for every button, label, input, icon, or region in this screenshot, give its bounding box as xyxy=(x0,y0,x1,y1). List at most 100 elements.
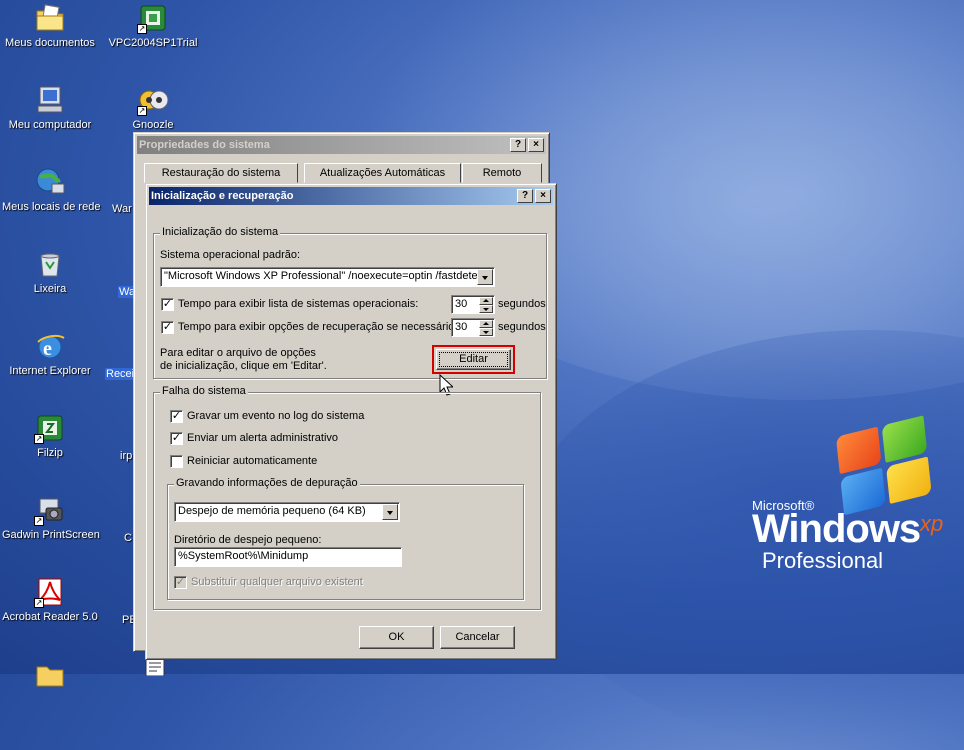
partial-icon-label: C xyxy=(124,532,132,544)
desktop-icon-acrobat-reader[interactable]: ↗ Acrobat Reader 5.0 xyxy=(0,576,100,623)
windows-text: Windows xyxy=(752,507,921,551)
default-os-value: "Microsoft Windows XP Professional" /noe… xyxy=(164,270,487,282)
partial-icon-label: War xyxy=(112,203,132,215)
show-recovery-value: 30 xyxy=(455,321,468,333)
shortcut-arrow-icon: ↗ xyxy=(34,598,44,608)
seconds-label: segundos xyxy=(498,321,546,333)
default-os-label: Sistema operacional padrão: xyxy=(160,249,301,261)
camera-icon: ↗ xyxy=(34,494,66,526)
dump-dir-value: %SystemRoot%\Minidump xyxy=(178,550,309,562)
edit-hint-line1: Para editar o arquivo de opções xyxy=(160,347,316,359)
show-list-spinner[interactable]: 30 xyxy=(451,295,495,314)
partial-icon-label: irp xyxy=(120,450,133,462)
gnoozle-icon: ↗ xyxy=(137,84,169,116)
acrobat-icon: ↗ xyxy=(34,576,66,608)
auto-restart-checkbox[interactable] xyxy=(170,455,183,468)
computer-icon xyxy=(34,84,66,116)
internet-explorer-icon: e xyxy=(34,330,66,362)
system-failure-group: Falha do sistema ✓ Gravar um evento no l… xyxy=(153,385,541,610)
spin-down-icon[interactable] xyxy=(479,305,493,313)
windows-xp-logo: Microsoft® Windows xp Professional xyxy=(752,415,962,575)
show-list-checkbox[interactable]: ✓ xyxy=(161,298,174,311)
folder-icon xyxy=(34,658,66,690)
edit-button[interactable]: Editar xyxy=(436,349,511,370)
shortcut-arrow-icon: ↗ xyxy=(137,24,147,34)
shortcut-arrow-icon: ↗ xyxy=(34,434,44,444)
desktop-icon-my-computer[interactable]: Meu computador xyxy=(0,84,100,131)
send-alert-checkbox[interactable]: ✓ xyxy=(170,432,183,445)
tab-automatic-updates[interactable]: Atualizações Automáticas xyxy=(304,163,461,183)
show-list-value: 30 xyxy=(455,298,468,310)
setup-package-icon: ↗ xyxy=(137,2,169,34)
desktop-icon-gadwin-printscreen[interactable]: ↗ Gadwin PrintScreen xyxy=(0,494,100,541)
edition-text: Professional xyxy=(762,548,884,573)
icon-label: Gadwin PrintScreen xyxy=(2,529,100,541)
desktop-icon-partial-folder[interactable] xyxy=(0,658,100,692)
icon-label: VPC2004SP1Trial xyxy=(108,37,198,49)
system-properties-titlebar[interactable]: Propriedades do sistema ? × xyxy=(137,136,546,154)
xp-text: xp xyxy=(920,511,944,536)
seconds-label: segundos xyxy=(498,298,546,310)
shortcut-arrow-icon: ↗ xyxy=(34,516,44,526)
filzip-icon: ↗ xyxy=(34,412,66,444)
startup-group: Inicialização do sistema Sistema operaci… xyxy=(153,226,547,379)
debug-info-group-title: Gravando informações de depuração xyxy=(174,477,360,489)
send-alert-label: Enviar um alerta administrativo xyxy=(187,432,339,444)
spin-down-icon[interactable] xyxy=(479,328,493,336)
icon-label: Meu computador xyxy=(8,119,92,131)
show-recovery-checkbox[interactable]: ✓ xyxy=(161,321,174,334)
tab-remote[interactable]: Remoto xyxy=(462,163,542,183)
show-recovery-spinner[interactable]: 30 xyxy=(451,318,495,337)
cancel-button[interactable]: Cancelar xyxy=(440,626,515,649)
debug-info-group: Gravando informações de depuração Despej… xyxy=(167,477,524,600)
log-event-label: Gravar um evento no log do sistema xyxy=(187,410,365,422)
auto-restart-label: Reiniciar automaticamente xyxy=(187,455,318,467)
icon-label: Meus documentos xyxy=(5,37,95,49)
startup-recovery-dialog[interactable]: Inicialização e recuperação ? × Iniciali… xyxy=(145,183,557,660)
icon-label: Meus locais de rede xyxy=(2,201,101,213)
window-title: Propriedades do sistema xyxy=(139,139,270,151)
spin-up-icon[interactable] xyxy=(479,297,493,305)
svg-text:e: e xyxy=(43,338,52,360)
overwrite-checkbox[interactable]: ✓ xyxy=(174,576,187,589)
dump-dir-label: Diretório de despejo pequeno: xyxy=(174,534,322,546)
desktop-icon-network-places[interactable]: Meus locais de rede xyxy=(0,166,100,213)
icon-label: Acrobat Reader 5.0 xyxy=(2,611,98,623)
desktop-icon-recycle-bin[interactable]: Lixeira xyxy=(0,248,100,295)
show-recovery-label: Tempo para exibir opções de recuperação … xyxy=(178,321,458,333)
desktop-icon-vpc2004sp1trial[interactable]: ↗ VPC2004SP1Trial xyxy=(103,2,203,49)
startup-group-title: Inicialização do sistema xyxy=(160,226,281,238)
edit-hint-line2: de inicialização, clique em 'Editar'. xyxy=(160,360,327,372)
system-failure-group-title: Falha do sistema xyxy=(160,385,248,397)
dialog-title: Inicialização e recuperação xyxy=(151,190,294,202)
log-event-checkbox[interactable]: ✓ xyxy=(170,410,183,423)
close-button[interactable]: × xyxy=(528,138,544,152)
icon-label: Lixeira xyxy=(33,283,67,295)
icon-label: Filzip xyxy=(37,447,63,459)
chevron-down-icon[interactable] xyxy=(382,504,398,520)
ok-button[interactable]: OK xyxy=(359,626,434,649)
help-button[interactable]: ? xyxy=(510,138,526,152)
windows-flag-icon xyxy=(835,415,934,519)
chevron-down-icon[interactable] xyxy=(477,269,493,285)
dump-type-select[interactable]: Despejo de memória pequeno (64 KB) xyxy=(174,502,400,522)
shortcut-arrow-icon: ↗ xyxy=(137,106,147,116)
dump-dir-input[interactable]: %SystemRoot%\Minidump xyxy=(174,547,402,567)
dialog-titlebar[interactable]: Inicialização e recuperação ? × xyxy=(149,187,553,205)
partial-icon-label: Recei xyxy=(105,368,136,380)
folder-icon xyxy=(34,2,66,34)
desktop-icon-my-documents[interactable]: Meus documentos xyxy=(0,2,100,49)
dump-type-value: Despejo de memória pequeno (64 KB) xyxy=(178,505,366,517)
default-os-select[interactable]: "Microsoft Windows XP Professional" /noe… xyxy=(160,267,495,287)
spin-up-icon[interactable] xyxy=(479,320,493,328)
network-globe-icon xyxy=(34,166,66,198)
desktop-icon-filzip[interactable]: ↗ Filzip xyxy=(0,412,100,459)
desktop-icon-gnoozle[interactable]: ↗ Gnoozle xyxy=(103,84,203,131)
desktop-icon-internet-explorer[interactable]: e Internet Explorer xyxy=(0,330,100,377)
icon-label: Gnoozle xyxy=(132,119,174,131)
help-button[interactable]: ? xyxy=(517,189,533,203)
tab-system-restore[interactable]: Restauração do sistema xyxy=(144,163,298,183)
recycle-bin-icon xyxy=(34,248,66,280)
icon-label: Internet Explorer xyxy=(9,365,91,377)
close-button[interactable]: × xyxy=(535,189,551,203)
